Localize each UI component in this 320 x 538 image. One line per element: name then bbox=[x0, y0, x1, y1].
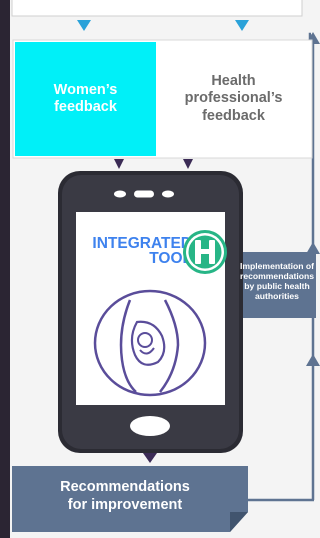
phone-speaker bbox=[134, 190, 154, 198]
tool-title-line2: TOOL bbox=[149, 250, 192, 267]
left-edge-strip bbox=[0, 0, 10, 538]
loop-arrow-up-lower bbox=[306, 354, 320, 366]
arrow-women-to-tool bbox=[114, 159, 124, 169]
arrow-health-to-tool bbox=[183, 159, 193, 169]
implementation-label: Implementation of recommendations by pub… bbox=[239, 261, 315, 301]
recommendations-label: Recommendations for improvement bbox=[10, 478, 240, 514]
h-letter-logo-icon bbox=[183, 230, 227, 274]
top-input-box bbox=[11, 0, 303, 17]
phone-speaker-left bbox=[114, 190, 126, 198]
recommendations-text: Recommendations for improvement bbox=[60, 479, 190, 514]
health-professional-feedback-box: Health professional’s feedback bbox=[156, 42, 311, 156]
womens-feedback-box: Women’s feedback bbox=[15, 42, 156, 156]
phone-camera bbox=[162, 190, 174, 198]
health-professional-feedback-label: Health professional’s feedback bbox=[184, 72, 283, 124]
womens-feedback-label: Women’s feedback bbox=[53, 81, 118, 115]
arrow-down-right bbox=[235, 20, 249, 31]
arrow-tool-to-recommendations bbox=[143, 453, 157, 463]
phone-home-button bbox=[130, 416, 170, 436]
arrow-down-left bbox=[77, 20, 91, 31]
